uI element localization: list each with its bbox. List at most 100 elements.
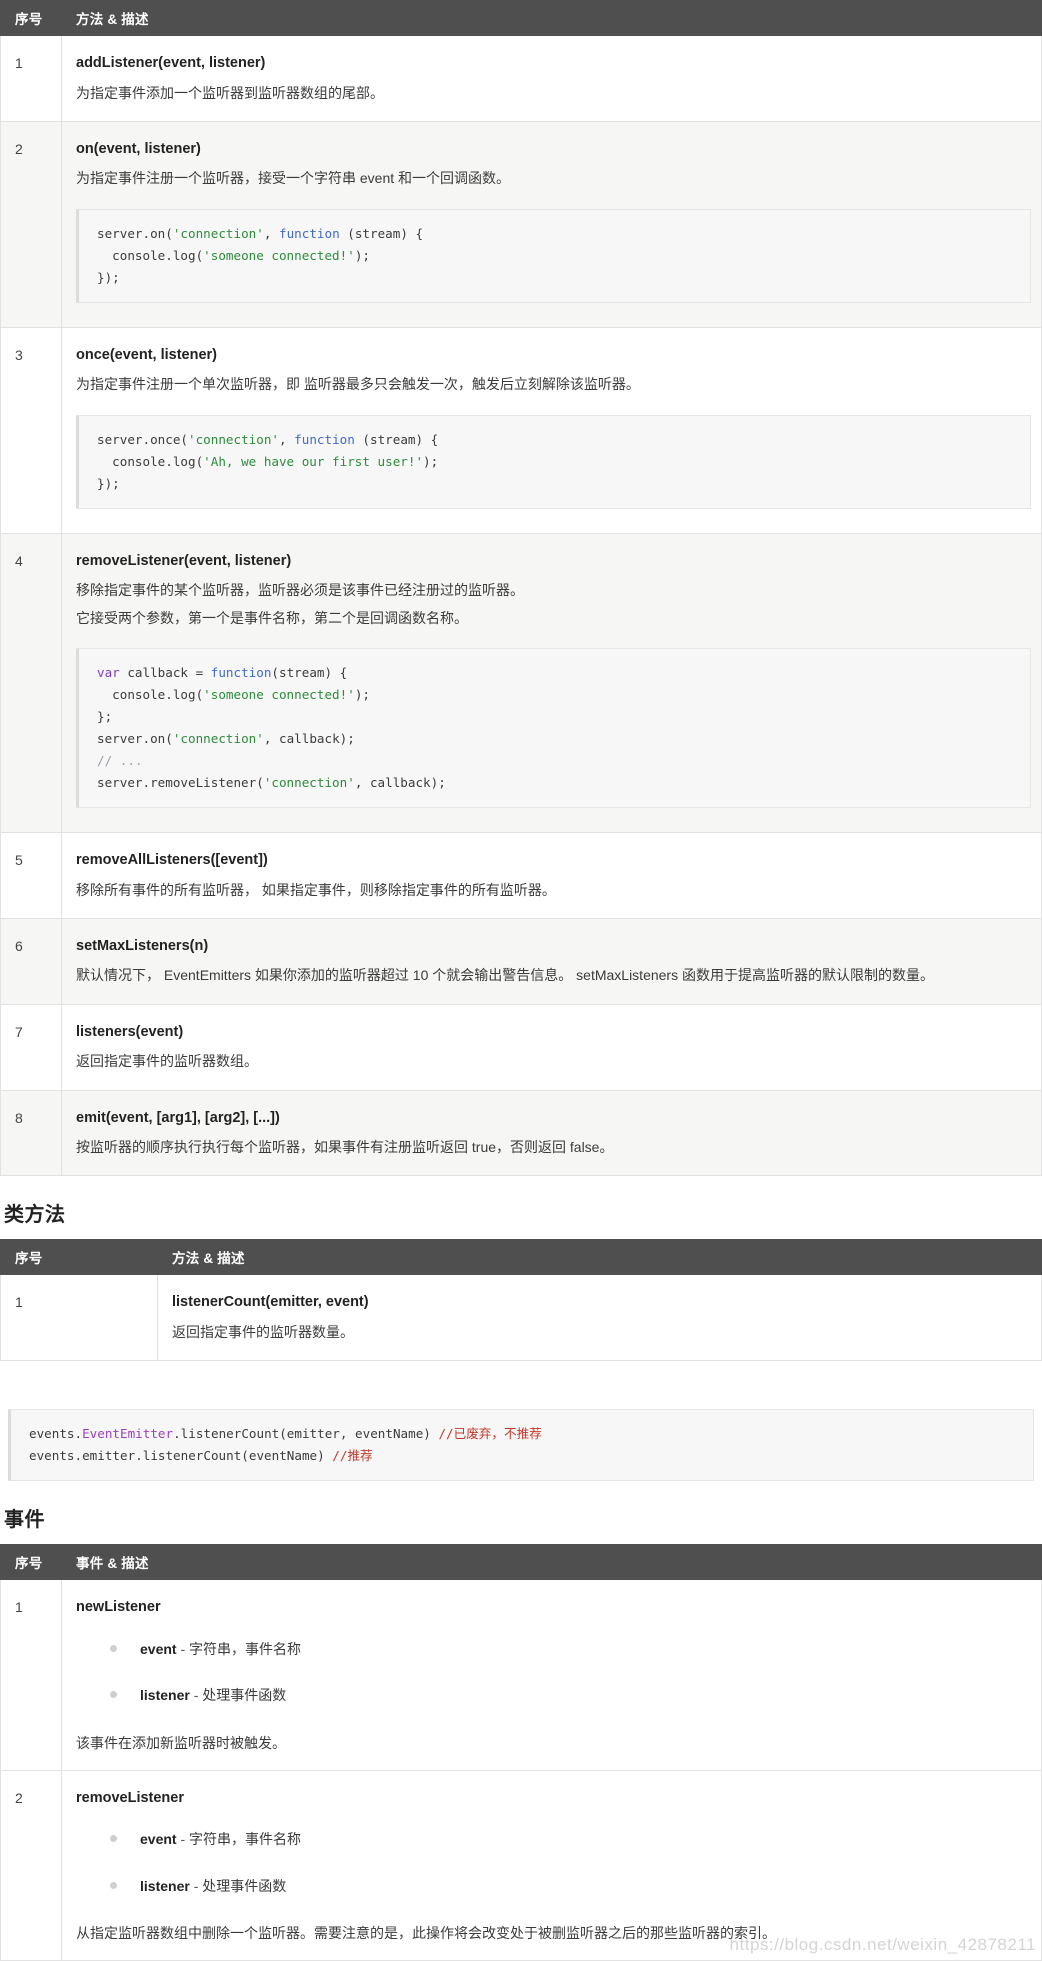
row-index: 2 bbox=[0, 1769, 62, 1961]
row-index: 3 bbox=[0, 326, 62, 534]
event-name: newListener bbox=[76, 1599, 161, 1616]
parameter-name: listener bbox=[140, 1687, 190, 1704]
row-content: addListener(event, listener) 为指定事件添加一个监听器… bbox=[61, 35, 1042, 122]
event-parameter-list: event - 字符串，事件名称 listener - 处理事件函数 bbox=[76, 1638, 1031, 1707]
code-token: ); bbox=[354, 247, 370, 263]
code-token: function bbox=[279, 225, 340, 241]
code-token: server.once( bbox=[97, 431, 188, 447]
method-signature: setMaxListeners(n) bbox=[76, 937, 209, 954]
section-heading-class-methods: 类方法 bbox=[4, 1204, 66, 1227]
method-signature: listeners(event) bbox=[76, 1023, 184, 1040]
code-token: var bbox=[97, 664, 120, 680]
event-description: 该事件在添加新监听器时被触发。 bbox=[76, 1734, 286, 1751]
column-header-description: 事件 & 描述 bbox=[61, 1544, 1042, 1581]
code-token: ); bbox=[423, 453, 439, 469]
code-token: 'Ah, we have our first user!' bbox=[203, 453, 424, 469]
row-content: removeListener event - 字符串，事件名称 listener -… bbox=[61, 1769, 1042, 1961]
column-header-index: 序号 bbox=[0, 0, 62, 36]
method-signature: removeListener(event, listener) bbox=[76, 552, 292, 569]
method-description: 移除指定事件的某个监听器，监听器必须是该事件已经注册过的监听器。 bbox=[76, 582, 524, 599]
code-token: 'connection' bbox=[172, 225, 264, 241]
section-heading-events: 事件 bbox=[4, 1509, 45, 1532]
methods-table-body: 1 addListener(event, listener) 为指定事件添加一个监听… bbox=[0, 35, 1042, 1177]
class-methods-table-body: 1 listenerCount(emitter, event) 返回指定事件的监听器… bbox=[0, 1274, 1042, 1362]
row-content: on(event, listener) 为指定事件注册一个监听器，接受一个字符串 … bbox=[61, 120, 1042, 328]
list-item: event - 字符串，事件名称 bbox=[104, 1828, 1031, 1850]
column-header-index: 序号 bbox=[0, 1544, 62, 1581]
parameter-description: 字符串，事件名称 bbox=[189, 1831, 302, 1848]
row-content: emit(event, [arg1], [arg2], [...]) 按监听器的顺… bbox=[61, 1089, 1042, 1177]
events-table: 序号 事件 & 描述 1 newListener event - 字符串，事件名称 l… bbox=[0, 1544, 1042, 1961]
row-index: 5 bbox=[0, 832, 62, 919]
parameter-description: 字符串，事件名称 bbox=[189, 1640, 302, 1657]
method-description: 按监听器的顺序执行执行每个监听器，如果事件有注册监听返回 true，否则返回 f… bbox=[76, 1139, 614, 1156]
code-token: 'connection' bbox=[188, 431, 279, 447]
code-token: EventEmitter bbox=[82, 1426, 174, 1442]
row-index: 1 bbox=[0, 1579, 62, 1771]
events-table-head: 序号 事件 & 描述 bbox=[0, 1544, 1042, 1581]
parameter-separator: - bbox=[189, 1687, 203, 1704]
method-description: 为指定事件添加一个监听器到监听器数组的尾部。 bbox=[76, 84, 384, 101]
method-description: 为指定事件注册一个单次监听器，即 监听器最多只会触发一次，触发后立刻解除该监听器… bbox=[76, 376, 640, 393]
class-methods-table-head: 序号 方法 & 描述 bbox=[0, 1239, 1042, 1276]
table-row: 2 on(event, listener) 为指定事件注册一个监听器，接受一个字符串… bbox=[0, 120, 1042, 328]
event-description: 从指定监听器数组中删除一个监听器。需要注意的是，此操作将会改变处于被删监听器之后… bbox=[76, 1925, 776, 1942]
row-content: once(event, listener) 为指定事件注册一个单次监听器，即 监听… bbox=[61, 326, 1042, 534]
event-parameter-list: event - 字符串，事件名称 listener - 处理事件函数 bbox=[76, 1828, 1031, 1897]
row-content: removeListener(event, listener) 移除指定事件的某个… bbox=[61, 532, 1042, 834]
code-token: , callback); bbox=[263, 730, 355, 746]
parameter-name: event bbox=[140, 1640, 177, 1657]
table-row: 6 setMaxListeners(n) 默认情况下， EventEmitters … bbox=[0, 917, 1042, 1005]
code-block: server.once('connection', function (stre… bbox=[76, 414, 1031, 509]
code-token: //推荐 bbox=[332, 1448, 373, 1464]
code-token: server.removeListener( bbox=[97, 775, 264, 791]
code-token: 'someone connected!' bbox=[203, 686, 355, 702]
table-header-row: 序号 事件 & 描述 bbox=[0, 1544, 1042, 1581]
row-index: 4 bbox=[0, 532, 62, 834]
method-description: 默认情况下， EventEmitters 如果你添加的监听器超过 10 个就会输… bbox=[76, 967, 934, 984]
code-token: (stream) { bbox=[354, 431, 439, 447]
code-token: callback = bbox=[119, 664, 211, 680]
method-description: 返回指定事件的监听器数组。 bbox=[76, 1053, 258, 1070]
method-description: 移除所有事件的所有监听器， 如果指定事件，则移除指定事件的所有监听器。 bbox=[76, 881, 556, 898]
table-row: 1 listenerCount(emitter, event) 返回指定事件的监听器… bbox=[0, 1274, 1042, 1362]
code-token: events.emitter.listenerCount(eventName) bbox=[29, 1448, 333, 1464]
methods-table: 序号 方法 & 描述 1 addListener(event, listener)… bbox=[0, 0, 1042, 1177]
row-index: 2 bbox=[0, 120, 62, 328]
table-row: 1 addListener(event, listener) 为指定事件添加一个监听… bbox=[0, 35, 1042, 122]
row-index: 8 bbox=[0, 1089, 62, 1177]
method-signature: on(event, listener) bbox=[76, 140, 201, 157]
code-token: console.log( bbox=[97, 247, 204, 263]
listener-count-code-block: events.EventEmitter.listenerCount(emitte… bbox=[8, 1409, 1034, 1482]
parameter-separator: - bbox=[189, 1877, 203, 1894]
parameter-description: 处理事件函数 bbox=[202, 1877, 287, 1894]
method-signature: removeAllListeners([event]) bbox=[76, 852, 268, 869]
row-content: listenerCount(emitter, event) 返回指定事件的监听器数… bbox=[157, 1274, 1042, 1362]
parameter-separator: - bbox=[176, 1640, 190, 1657]
parameter-name: listener bbox=[140, 1877, 190, 1894]
parameter-name: event bbox=[140, 1831, 177, 1848]
documentation-page: 序号 方法 & 描述 1 addListener(event, listener)… bbox=[0, 0, 1042, 1961]
code-token: (stream) { bbox=[339, 225, 424, 241]
table-header-row: 序号 方法 & 描述 bbox=[0, 1239, 1042, 1276]
column-header-index: 序号 bbox=[0, 1239, 158, 1276]
table-row: 4 removeListener(event, listener) 移除指定事件的某… bbox=[0, 532, 1042, 834]
code-token: , callback); bbox=[354, 775, 446, 791]
event-name: removeListener bbox=[76, 1789, 184, 1806]
method-signature: emit(event, [arg1], [arg2], [...]) bbox=[76, 1109, 280, 1126]
table-row: 8 emit(event, [arg1], [arg2], [...]) 按监听器的… bbox=[0, 1089, 1042, 1177]
method-signature: addListener(event, listener) bbox=[76, 55, 266, 71]
method-description: 返回指定事件的监听器数量。 bbox=[172, 1323, 354, 1340]
row-content: listeners(event) 返回指定事件的监听器数组。 bbox=[61, 1003, 1042, 1091]
list-item: listener - 处理事件函数 bbox=[104, 1684, 1031, 1706]
table-header-row: 序号 方法 & 描述 bbox=[0, 0, 1042, 36]
table-row: 5 removeAllListeners([event]) 移除所有事件的所有监听器… bbox=[0, 832, 1042, 919]
column-header-description: 方法 & 描述 bbox=[61, 0, 1042, 36]
code-token: server.on( bbox=[97, 730, 173, 746]
class-methods-table: 序号 方法 & 描述 1 listenerCount(emitter, event… bbox=[0, 1239, 1042, 1362]
code-token: 'someone connected!' bbox=[203, 247, 355, 263]
parameter-separator: - bbox=[176, 1831, 190, 1848]
row-content: newListener event - 字符串，事件名称 listener - 处理… bbox=[61, 1579, 1042, 1771]
code-token: }); bbox=[97, 475, 120, 491]
